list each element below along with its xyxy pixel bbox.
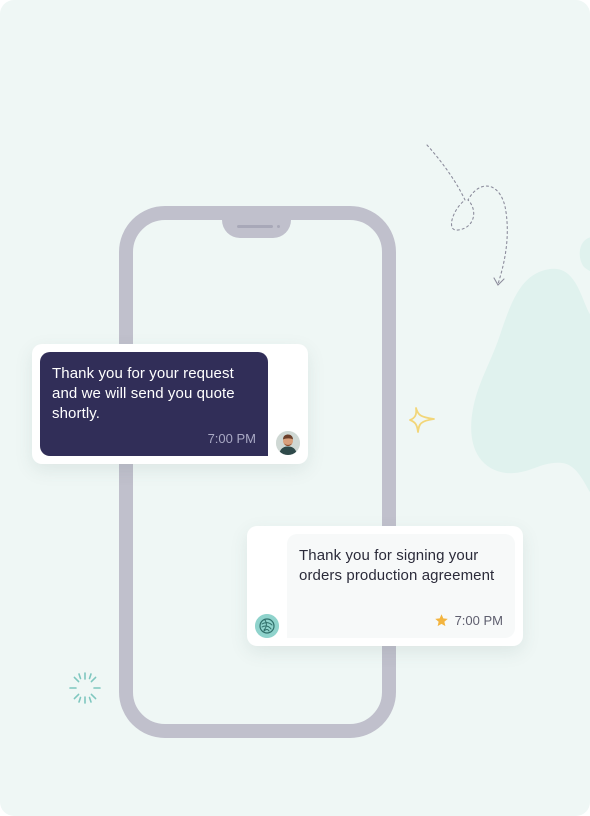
- message-meta: 7:00 PM: [208, 431, 256, 446]
- illustration-canvas: Thank you for your request and we will s…: [0, 0, 590, 816]
- message-time: 7:00 PM: [454, 613, 503, 628]
- person-avatar: [276, 431, 300, 455]
- message-time: 7:00 PM: [207, 431, 256, 446]
- message-text: Thank you for your request and we will s…: [52, 365, 235, 422]
- message-meta: 7:00 PM: [434, 613, 503, 628]
- message-card-agreement: Thank you for signing your orders produc…: [247, 526, 523, 646]
- incoming-message-bubble: Thank you for signing your orders produc…: [287, 534, 515, 638]
- message-text: Thank you for signing your orders produc…: [299, 547, 495, 584]
- outgoing-message-bubble: Thank you for your request and we will s…: [40, 352, 268, 456]
- star-icon: [434, 614, 448, 627]
- phone-speaker: [237, 225, 273, 228]
- phone-frame: [119, 206, 396, 738]
- dotted-swirl-arrow: [426, 144, 508, 286]
- sparkle-icon: [409, 407, 435, 433]
- sparkle-burst-icon: [69, 672, 101, 704]
- phone-camera: [277, 225, 280, 228]
- message-card-request: Thank you for your request and we will s…: [32, 344, 308, 464]
- company-logo-avatar: [255, 614, 279, 638]
